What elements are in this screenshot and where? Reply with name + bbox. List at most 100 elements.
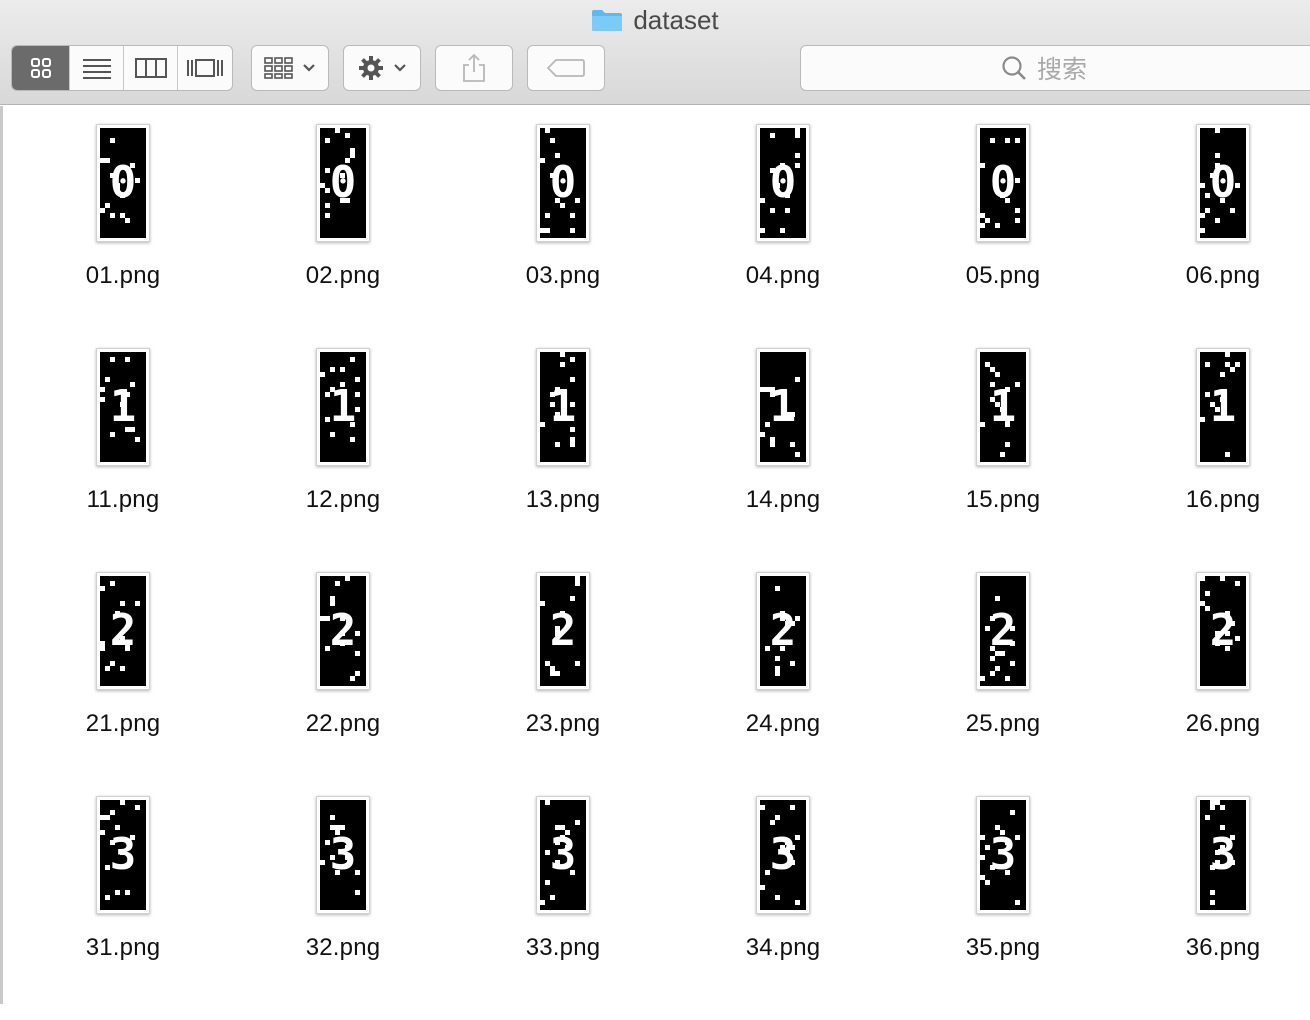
file-name[interactable]: 04.png <box>746 262 821 290</box>
file-item[interactable]: 1 13.png <box>453 348 673 572</box>
file-name[interactable]: 35.png <box>966 934 1041 962</box>
file-item[interactable]: 2 25.png <box>893 572 1113 796</box>
file-name[interactable]: 02.png <box>306 262 381 290</box>
file-item[interactable]: 3 32.png <box>233 796 453 1020</box>
file-item[interactable]: 0 04.png <box>673 124 893 348</box>
column-view-button[interactable] <box>124 46 178 90</box>
file-thumbnail[interactable]: 0 <box>316 124 370 242</box>
file-thumbnail[interactable]: 2 <box>316 572 370 690</box>
thumbnail-image: 2 <box>760 576 806 686</box>
window-title-text: dataset <box>633 4 719 35</box>
file-thumbnail[interactable]: 3 <box>756 796 810 914</box>
file-item[interactable]: 2 24.png <box>673 572 893 796</box>
file-item[interactable]: 3 35.png <box>893 796 1113 1020</box>
file-name[interactable]: 05.png <box>966 262 1041 290</box>
icon-view-button[interactable] <box>12 46 70 90</box>
file-item[interactable]: 0 05.png <box>893 124 1113 348</box>
thumbnail-digit: 3 <box>329 829 357 880</box>
file-item[interactable]: 1 16.png <box>1113 348 1310 572</box>
file-name[interactable]: 23.png <box>526 710 601 738</box>
chevron-down-icon <box>394 64 406 72</box>
file-thumbnail[interactable]: 1 <box>1196 348 1250 466</box>
file-thumbnail[interactable]: 0 <box>1196 124 1250 242</box>
file-thumbnail[interactable]: 0 <box>756 124 810 242</box>
file-name[interactable]: 03.png <box>526 262 601 290</box>
thumbnail-digit: 1 <box>769 381 797 432</box>
file-name[interactable]: 06.png <box>1186 262 1261 290</box>
file-thumbnail[interactable]: 2 <box>1196 572 1250 690</box>
gallery-view-button[interactable] <box>178 46 232 90</box>
file-thumbnail[interactable]: 3 <box>96 796 150 914</box>
file-name[interactable]: 11.png <box>87 486 160 514</box>
toolbar: 搜索 <box>0 45 1310 91</box>
file-icon-grid: 0 01.png 0 02.png 0 03.png 0 04.png 0 05.png 0 06.p… <box>0 106 1310 1004</box>
list-view-button[interactable] <box>70 46 124 90</box>
thumbnail-image: 0 <box>540 128 586 238</box>
file-item[interactable]: 3 33.png <box>453 796 673 1020</box>
file-thumbnail[interactable]: 0 <box>96 124 150 242</box>
file-name[interactable]: 24.png <box>746 710 821 738</box>
file-thumbnail[interactable]: 3 <box>536 796 590 914</box>
file-thumbnail[interactable]: 2 <box>96 572 150 690</box>
file-name[interactable]: 33.png <box>526 934 601 962</box>
arrange-button[interactable] <box>251 45 329 91</box>
file-thumbnail[interactable]: 0 <box>536 124 590 242</box>
file-thumbnail[interactable]: 2 <box>756 572 810 690</box>
file-item[interactable]: 2 26.png <box>1113 572 1310 796</box>
file-thumbnail[interactable]: 3 <box>316 796 370 914</box>
thumbnail-digit: 3 <box>989 829 1017 880</box>
thumbnail-image: 3 <box>540 800 586 910</box>
file-name[interactable]: 21.png <box>86 710 161 738</box>
file-item[interactable]: 1 14.png <box>673 348 893 572</box>
gear-icon <box>359 56 383 80</box>
list-icon <box>82 59 111 79</box>
file-item[interactable]: 3 36.png <box>1113 796 1310 1020</box>
file-item[interactable]: 0 06.png <box>1113 124 1310 348</box>
file-thumbnail[interactable]: 0 <box>976 124 1030 242</box>
file-thumbnail[interactable]: 1 <box>316 348 370 466</box>
thumbnail-digit: 3 <box>769 829 797 880</box>
tag-button[interactable] <box>527 45 605 91</box>
file-name[interactable]: 34.png <box>746 934 821 962</box>
file-name[interactable]: 01.png <box>86 262 161 290</box>
thumbnail-image: 2 <box>1200 576 1246 686</box>
thumbnail-image: 3 <box>1200 800 1246 910</box>
file-name[interactable]: 26.png <box>1186 710 1261 738</box>
file-name[interactable]: 31.png <box>86 934 161 962</box>
file-thumbnail[interactable]: 1 <box>976 348 1030 466</box>
search-field[interactable]: 搜索 <box>800 45 1310 91</box>
file-item[interactable]: 2 23.png <box>453 572 673 796</box>
file-thumbnail[interactable]: 1 <box>96 348 150 466</box>
file-thumbnail[interactable]: 3 <box>976 796 1030 914</box>
share-button[interactable] <box>435 45 513 91</box>
file-item[interactable]: 2 21.png <box>13 572 233 796</box>
file-thumbnail[interactable]: 2 <box>536 572 590 690</box>
file-item[interactable]: 3 31.png <box>13 796 233 1020</box>
file-name[interactable]: 13.png <box>526 486 601 514</box>
file-item[interactable]: 1 12.png <box>233 348 453 572</box>
file-name[interactable]: 22.png <box>306 710 381 738</box>
file-thumbnail[interactable]: 3 <box>1196 796 1250 914</box>
file-thumbnail[interactable]: 2 <box>976 572 1030 690</box>
file-name[interactable]: 32.png <box>306 934 381 962</box>
file-name[interactable]: 25.png <box>966 710 1041 738</box>
file-item[interactable]: 1 11.png <box>13 348 233 572</box>
thumbnail-image: 3 <box>320 800 366 910</box>
file-item[interactable]: 0 02.png <box>233 124 453 348</box>
file-name[interactable]: 36.png <box>1186 934 1261 962</box>
file-item[interactable]: 3 34.png <box>673 796 893 1020</box>
file-item[interactable]: 2 22.png <box>233 572 453 796</box>
file-item[interactable]: 0 03.png <box>453 124 673 348</box>
file-item[interactable]: 0 01.png <box>13 124 233 348</box>
file-item[interactable]: 1 15.png <box>893 348 1113 572</box>
thumbnail-digit: 1 <box>329 381 357 432</box>
action-button[interactable] <box>343 45 421 91</box>
file-thumbnail[interactable]: 1 <box>536 348 590 466</box>
thumbnail-image: 0 <box>980 128 1026 238</box>
file-name[interactable]: 16.png <box>1186 486 1261 514</box>
arrange-icon <box>264 57 293 79</box>
file-name[interactable]: 12.png <box>306 486 381 514</box>
file-name[interactable]: 15.png <box>966 486 1041 514</box>
file-thumbnail[interactable]: 1 <box>756 348 810 466</box>
file-name[interactable]: 14.png <box>746 486 821 514</box>
